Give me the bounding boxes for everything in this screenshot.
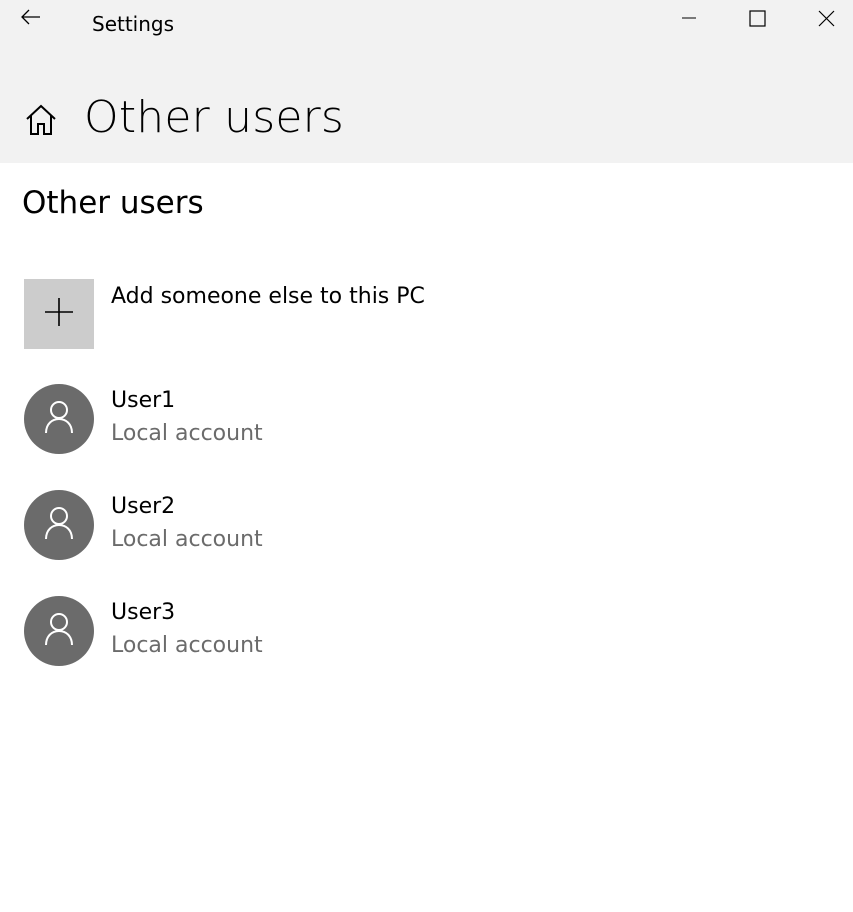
avatar	[24, 490, 94, 560]
person-icon	[44, 612, 74, 650]
person-icon	[44, 506, 74, 544]
maximize-button[interactable]	[734, 0, 780, 40]
home-button[interactable]	[22, 102, 60, 142]
back-button[interactable]	[12, 2, 50, 36]
home-icon	[24, 103, 58, 141]
user-name: User3	[111, 600, 176, 625]
add-tile	[24, 279, 94, 349]
add-someone-label: Add someone else to this PC	[111, 284, 425, 309]
user-item-user1[interactable]: User1 Local account	[24, 384, 624, 454]
person-icon	[44, 400, 74, 438]
minimize-button[interactable]	[666, 0, 712, 40]
account-type: Local account	[111, 633, 263, 658]
user-item-user2[interactable]: User2 Local account	[24, 490, 624, 560]
plus-icon	[43, 296, 75, 332]
account-type: Local account	[111, 527, 263, 552]
maximize-icon	[748, 9, 766, 31]
app-title: Settings	[92, 12, 175, 36]
add-someone-button[interactable]: Add someone else to this PC	[24, 279, 624, 349]
close-button[interactable]	[803, 0, 849, 40]
section-title: Other users	[22, 185, 204, 221]
settings-window: Settings Other users Other users Add som…	[0, 0, 853, 912]
account-type: Local account	[111, 421, 263, 446]
user-name: User2	[111, 494, 176, 519]
close-icon	[818, 10, 835, 31]
user-item-user3[interactable]: User3 Local account	[24, 596, 624, 666]
minimize-icon	[681, 10, 697, 30]
back-arrow-icon	[21, 9, 41, 29]
header-area: Settings Other users	[0, 0, 853, 163]
page-title: Other users	[84, 92, 345, 143]
avatar	[24, 384, 94, 454]
user-name: User1	[111, 388, 176, 413]
avatar	[24, 596, 94, 666]
